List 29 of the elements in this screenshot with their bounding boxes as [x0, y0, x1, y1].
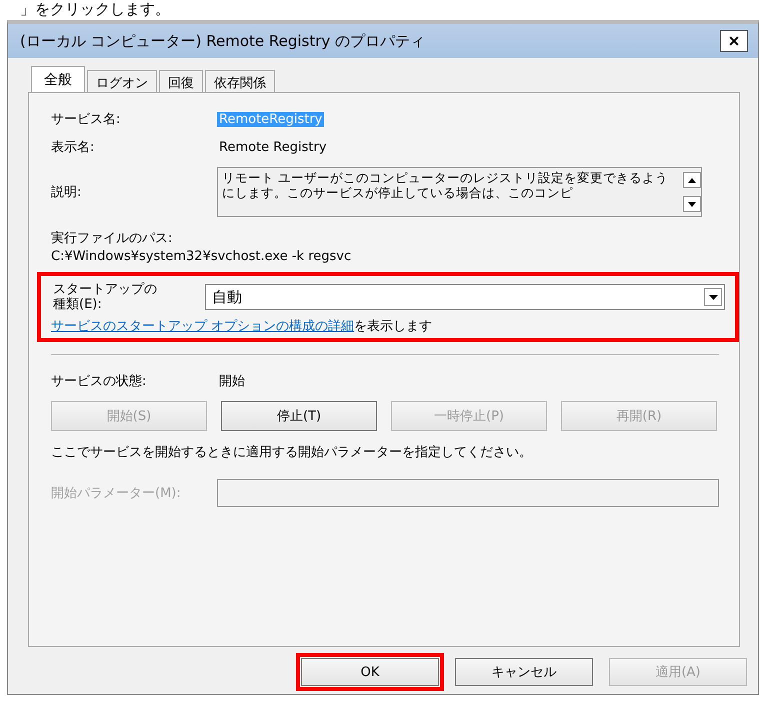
dropdown-caret-icon: [704, 288, 722, 306]
field-label: 表示名:: [51, 139, 96, 156]
field-label: スタートアップの種類(E):: [53, 282, 158, 312]
path-value: C:¥Windows¥system32¥svchost.exe -k regsvc: [51, 249, 352, 264]
help-text: を表示します: [354, 319, 432, 334]
hint-text: ここでサービスを開始するときに適用する開始パラメーターを指定してください。: [51, 444, 533, 461]
tab[interactable]: 依存関係: [205, 70, 275, 92]
caption-text: 」をクリックします。: [19, 0, 171, 20]
field-label: サービスの状態:: [51, 373, 148, 390]
field-label: 開始パラメーター(M):: [51, 485, 182, 502]
tab[interactable]: ログオン: [87, 70, 157, 92]
field-label: 実行ファイルのパス:: [51, 230, 174, 247]
display-name-value: Remote Registry: [218, 140, 328, 154]
window-title: (ローカル コンピューター) Remote Registry のプロパティ: [20, 32, 426, 50]
service-button[interactable]: 停止(T): [221, 401, 377, 431]
startup-type-dropdown[interactable]: 自動: [205, 284, 725, 310]
dialog-button[interactable]: OK: [301, 658, 439, 686]
help-link[interactable]: サービスのスタートアップ オプションの構成の詳細: [51, 319, 354, 334]
field-label: 説明:: [51, 184, 82, 201]
description-field[interactable]: リモート ユーザーがこのコンピューターのレジストリ設定を変更できるようにします。このサービスが停止している場合は、このコンピ: [217, 167, 702, 217]
tab[interactable]: 回復: [159, 70, 203, 92]
service-status-value: 開始: [218, 373, 246, 390]
close-button[interactable]: ×: [720, 30, 748, 52]
service-name-value: RemoteRegistry: [217, 112, 324, 126]
field-label: サービス名:: [51, 111, 122, 128]
scroll-up-icon[interactable]: [683, 172, 701, 188]
tab[interactable]: 全般: [31, 66, 85, 92]
scroll-down-icon[interactable]: [683, 196, 701, 212]
dialog-button[interactable]: キャンセル: [455, 658, 593, 686]
